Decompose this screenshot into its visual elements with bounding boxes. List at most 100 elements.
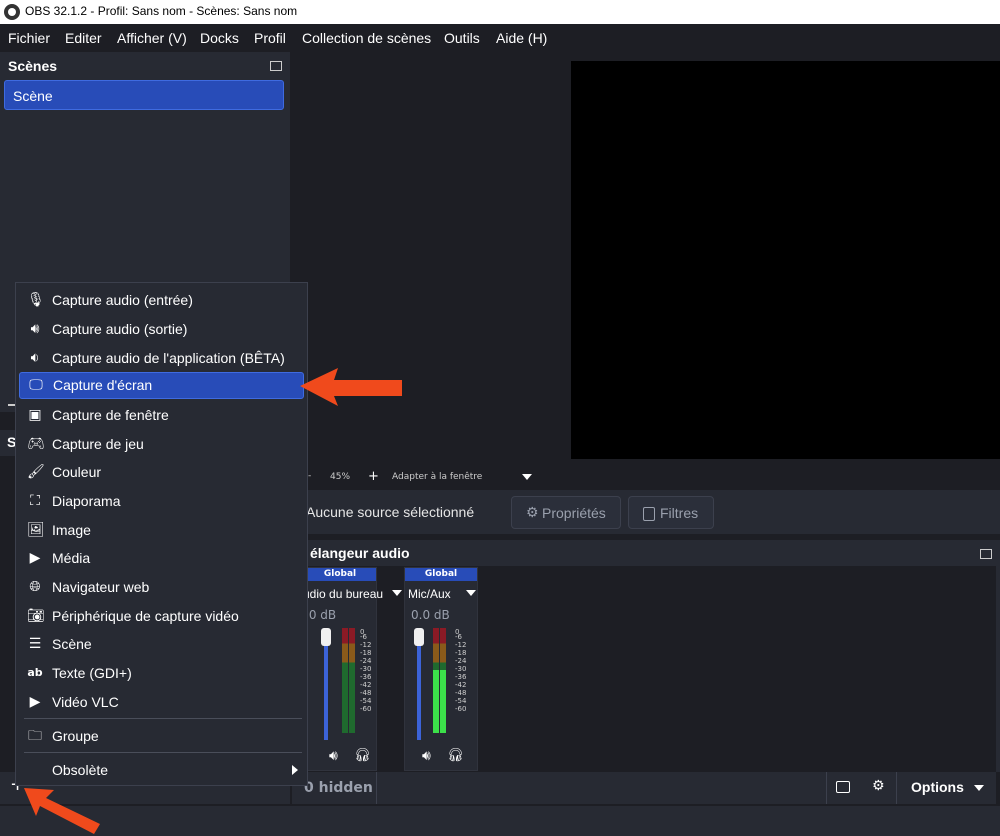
meter-scale: 0 -6 -12 -18 -24 -30 -36 -42 -48 -54 -60: [455, 628, 467, 713]
channel-name[interactable]: udio du bureau: [303, 587, 383, 601]
menu-separator: [24, 752, 302, 753]
menu-item-text[interactable]: ab Texte (GDI+): [19, 660, 304, 687]
text-icon: ab: [27, 666, 43, 679]
options-button[interactable]: Options: [911, 779, 964, 795]
undock-icon[interactable]: [980, 549, 992, 559]
menu-item-audio-output[interactable]: 🔊︎ Capture audio (sortie): [19, 316, 304, 343]
advanced-settings-icon[interactable]: ⚙: [872, 778, 885, 794]
menu-item-display-capture[interactable]: 🖵︎ Capture d'écran: [19, 372, 304, 399]
scene-list-item[interactable]: Scène: [4, 80, 284, 110]
menu-item-media[interactable]: ▶ Média: [19, 545, 304, 572]
volume-slider-handle[interactable]: [414, 628, 424, 646]
status-bar: [0, 806, 1000, 836]
channel-head: Global: [304, 568, 376, 581]
play-icon: ▶: [29, 694, 41, 710]
gamepad-icon: 🎮︎: [27, 436, 45, 452]
slideshow-icon: ⛶: [30, 493, 40, 509]
level-meter: [433, 628, 439, 733]
window-title: OBS 32.1.2 - Profil: Sans nom - Scènes: …: [25, 4, 298, 18]
menu-bar: Fichier Editer Afficher (V) Docks Profil…: [0, 24, 1000, 52]
menu-outils[interactable]: Outils: [444, 30, 480, 46]
menu-item-color[interactable]: 🖌︎ Couleur: [19, 459, 304, 486]
menu-item-obsolete[interactable]: Obsolète: [19, 757, 304, 784]
channel-name[interactable]: Mic/Aux: [408, 587, 451, 601]
menu-item-group[interactable]: 🗀 Groupe: [19, 723, 304, 750]
menu-item-scene[interactable]: ☰ Scène: [19, 631, 304, 658]
menu-afficher[interactable]: Afficher (V): [117, 30, 187, 46]
source-toolbar: Aucune source sélectionné ⚙ Propriétés F…: [296, 490, 1000, 534]
mixer-toolbar: 0 hidden ⚙ Options: [292, 772, 996, 804]
layout-toggle-icon[interactable]: [836, 781, 850, 793]
speaker-icon[interactable]: 🔊︎: [422, 748, 431, 764]
channel-head: Global: [405, 568, 477, 581]
chevron-down-icon[interactable]: [466, 590, 476, 596]
zoom-dropdown-icon[interactable]: [522, 474, 532, 480]
chevron-down-icon[interactable]: [974, 785, 984, 791]
menu-item-audio-input[interactable]: 🎙︎ Capture audio (entrée): [19, 287, 304, 314]
menu-item-video-capture[interactable]: 📷︎ Périphérique de capture vidéo: [19, 603, 304, 630]
menu-docks[interactable]: Docks: [200, 30, 239, 46]
add-source-menu: 🎙︎ Capture audio (entrée) 🔊︎ Capture aud…: [15, 282, 308, 786]
menu-editer[interactable]: Editer: [65, 30, 102, 46]
menu-item-slideshow[interactable]: ⛶ Diaporama: [19, 488, 304, 515]
brush-icon: 🖌︎: [27, 464, 45, 480]
filters-button[interactable]: Filtres: [628, 496, 714, 529]
headphones-mute-icon[interactable]: 🎧︎: [447, 748, 464, 763]
scene-item-label: Scène: [13, 88, 53, 104]
filter-icon: [643, 507, 655, 521]
menu-item-game-capture[interactable]: 🎮︎ Capture de jeu: [19, 431, 304, 458]
camera-icon: 📷︎: [27, 608, 45, 624]
menu-item-image[interactable]: 🖼︎ Image: [19, 517, 304, 544]
menu-collection-scenes[interactable]: Collection de scènes: [302, 30, 431, 46]
gear-icon: ⚙: [526, 504, 539, 520]
speaker-icon: 🔊︎: [30, 321, 40, 337]
menu-aide[interactable]: Aide (H): [496, 30, 547, 46]
menu-item-app-audio[interactable]: 🔉︎ Capture audio de l'application (BÊTA): [19, 345, 304, 372]
no-source-label: Aucune source sélectionné: [306, 504, 475, 520]
chevron-down-icon[interactable]: [392, 590, 402, 596]
menu-item-browser[interactable]: 🌐︎ Navigateur web: [19, 574, 304, 601]
sources-dock-partial: S: [0, 430, 16, 456]
folder-icon: 🗀: [28, 728, 42, 744]
audio-mixer-title: élangeur audio: [310, 545, 410, 561]
filters-label: Filtres: [660, 505, 699, 521]
app-audio-icon: 🔉︎: [30, 350, 40, 366]
title-bar: OBS 32.1.2 - Profil: Sans nom - Scènes: …: [0, 0, 1000, 24]
menu-item-vlc[interactable]: ▶ Vidéo VLC: [19, 689, 304, 716]
image-icon: 🖼︎: [27, 522, 45, 538]
zoom-out-button[interactable]: -: [308, 471, 311, 481]
menu-item-window-capture[interactable]: ▣ Capture de fenêtre: [19, 402, 304, 429]
volume-slider[interactable]: [417, 630, 421, 740]
chevron-right-icon: [292, 765, 298, 775]
annotation-arrow-down: [24, 788, 100, 834]
speaker-icon[interactable]: 🔊︎: [329, 748, 338, 764]
zoom-value: 45%: [330, 472, 351, 482]
volume-slider-handle[interactable]: [321, 628, 331, 646]
level-meter: [440, 628, 446, 733]
zoom-bar: - 45% + Adapter à la fenêtre: [296, 468, 1000, 488]
level-meter: [349, 628, 355, 733]
obs-logo-icon: [4, 4, 20, 20]
list-icon: ☰: [28, 636, 42, 652]
volume-slider[interactable]: [324, 630, 328, 740]
zoom-in-button[interactable]: +: [368, 469, 379, 484]
preview-canvas[interactable]: [571, 61, 1000, 459]
channel-db: .0 dB: [305, 608, 337, 622]
globe-icon: 🌐︎: [29, 579, 41, 595]
play-icon: ▶: [29, 550, 41, 566]
properties-button[interactable]: ⚙ Propriétés: [511, 496, 621, 529]
menu-fichier[interactable]: Fichier: [8, 30, 50, 46]
meter-scale: 0 -6 -12 -18 -24 -30 -36 -42 -48 -54 -60: [360, 628, 372, 713]
sources-list-partial: [0, 456, 15, 772]
monitor-icon: 🖵︎: [29, 377, 43, 393]
menu-profil[interactable]: Profil: [254, 30, 286, 46]
zoom-fit-label[interactable]: Adapter à la fenêtre: [392, 472, 482, 482]
mixer-channel-desktop: Global udio du bureau .0 dB 0 -6 -12 -18 -24…: [303, 567, 402, 771]
scenes-dock-title: Scènes: [8, 58, 58, 74]
microphone-icon: 🎙︎: [27, 292, 45, 308]
headphones-mute-icon[interactable]: 🎧︎: [354, 748, 371, 763]
hidden-count: 0 hidden: [304, 780, 373, 796]
undock-icon[interactable]: [270, 61, 282, 71]
level-meter: [342, 628, 348, 733]
properties-label: Propriétés: [542, 505, 606, 521]
